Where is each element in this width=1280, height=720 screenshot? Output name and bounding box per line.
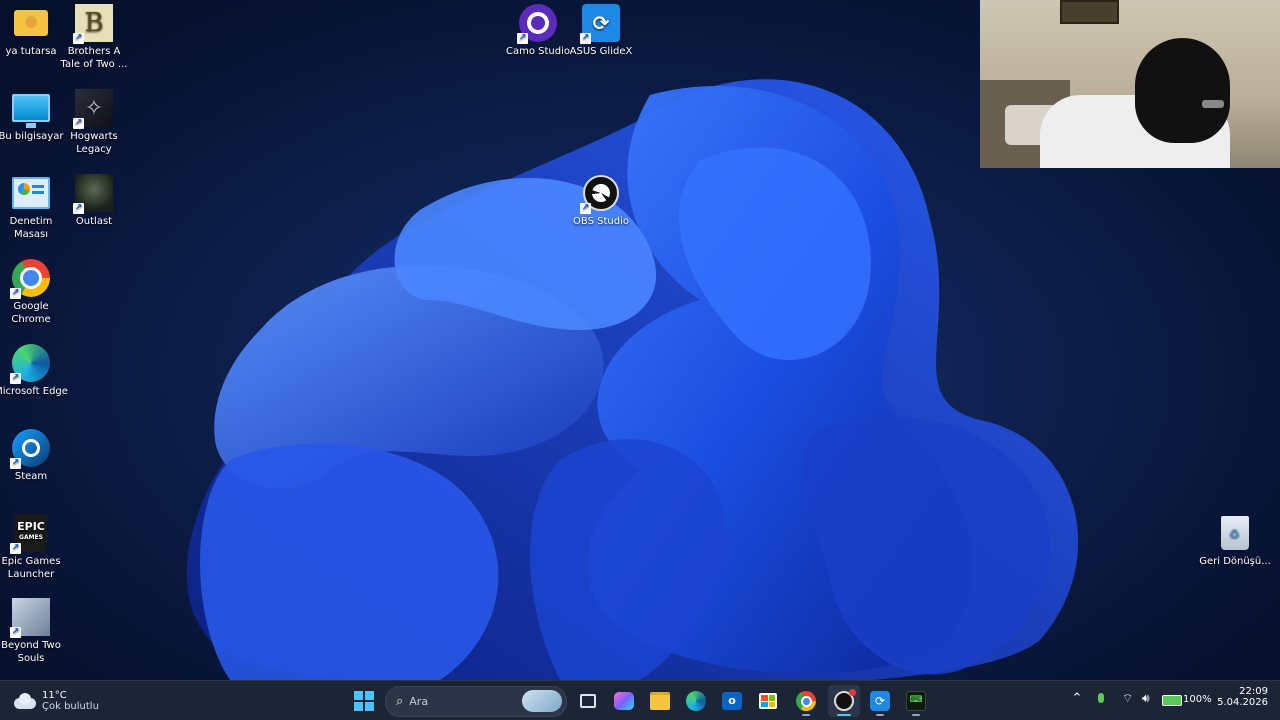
shortcut-arrow-icon: ↗ (10, 543, 21, 554)
chrome-taskbar-button[interactable] (790, 685, 822, 717)
task-view-icon (580, 694, 596, 708)
epic-logo-subtext: GAMES (19, 534, 43, 541)
shortcut-arrow-icon: ↗ (10, 288, 21, 299)
edge-icon: ↗ (10, 344, 50, 384)
desktop-icon-outlast[interactable]: ↗ Outlast (57, 170, 131, 228)
microphone-icon[interactable] (1096, 693, 1106, 707)
desktop-icon-asus-glidex[interactable]: ⟳ ↗ ASUS GlideX (564, 0, 638, 58)
running-indicator (837, 714, 851, 716)
shortcut-arrow-icon: ↗ (73, 33, 84, 44)
weather-widget[interactable]: 11°C Çok bulutlu (12, 686, 99, 716)
terminal-icon: ⌨ (906, 691, 926, 711)
desktop-icon-brothers[interactable]: B ↗ Brothers A Tale of Two ... (57, 0, 131, 71)
recycle-bin-icon: ♻ (1216, 514, 1254, 552)
store-icon (759, 693, 777, 709)
wifi-icon[interactable]: ⌔ (1122, 691, 1138, 709)
icon-label: Brothers A Tale of Two ... (60, 46, 128, 70)
running-indicator (912, 714, 920, 716)
desktop-icon-epic-games[interactable]: EPIC GAMES ↗ Epic Games Launcher (0, 510, 68, 581)
icon-label: Google Chrome (11, 301, 51, 325)
search-box[interactable]: ⌕ Ara (385, 686, 567, 717)
shortcut-arrow-icon: ↗ (10, 458, 21, 469)
task-view-button[interactable] (572, 685, 604, 717)
shortcut-arrow-icon: ↗ (580, 203, 591, 214)
folder-icon (650, 692, 670, 710)
file-explorer-button[interactable] (644, 685, 676, 717)
icon-label: Beyond Two Souls (1, 640, 61, 664)
webcam-overlay (980, 0, 1280, 168)
icon-label: Steam (14, 471, 48, 482)
chrome-icon (796, 691, 816, 711)
shortcut-arrow-icon: ↗ (517, 33, 528, 44)
icon-label: OBS Studio (573, 216, 629, 227)
obs-taskbar-button[interactable] (828, 685, 860, 717)
icon-label: Microsoft Edge (0, 386, 68, 397)
outlook-icon: o (722, 692, 742, 710)
glasses-object (1202, 100, 1224, 108)
store-button[interactable] (752, 685, 784, 717)
icon-label: Epic Games Launcher (1, 556, 61, 580)
chevron-up-icon: ⌃ (1071, 691, 1083, 706)
start-button[interactable] (348, 685, 380, 717)
desktop-icon-google-chrome[interactable]: ↗ Google Chrome (0, 255, 68, 326)
search-placeholder: Ara (409, 695, 429, 708)
shortcut-arrow-icon: ↗ (73, 203, 84, 214)
battery-icon[interactable] (1162, 695, 1182, 706)
running-indicator (876, 714, 884, 716)
epic-logo-text: EPIC (17, 520, 45, 533)
wall-frame-picture (1060, 0, 1119, 24)
desktop-icon-beyond-two-souls[interactable]: ↗ Beyond Two Souls (0, 594, 68, 665)
shortcut-arrow-icon: ↗ (10, 627, 21, 638)
windows-logo-icon (354, 691, 374, 711)
desktop-icon-steam[interactable]: ↗ Steam (0, 425, 68, 483)
icon-label: ASUS GlideX (569, 46, 633, 57)
monitor-icon (12, 89, 50, 128)
search-icon: ⌕ (396, 694, 404, 709)
icon-label: Geri Dönüşü... (1199, 556, 1271, 567)
volume-icon[interactable]: 🔊︎ (1142, 691, 1158, 709)
hogwarts-game-icon: ✧ ↗ (73, 89, 113, 129)
outlast-game-icon: ↗ (73, 174, 113, 214)
clock[interactable]: 22:09 5.04.2026 (1212, 686, 1268, 708)
clock-date: 5.04.2026 (1217, 697, 1268, 708)
control-panel-icon (12, 174, 50, 212)
brothers-game-icon: B ↗ (73, 4, 113, 44)
show-hidden-icons-button[interactable]: ⌃ (1068, 691, 1086, 711)
desktop-icon-hogwarts[interactable]: ✧ ↗ Hogwarts Legacy (57, 85, 131, 156)
battery-percent: 100% (1183, 694, 1212, 705)
shortcut-arrow-icon: ↗ (73, 118, 84, 129)
recording-dot-icon (849, 689, 856, 696)
obs-studio-icon: ↗ (580, 174, 620, 214)
weather-desc: Çok bulutlu (42, 701, 99, 712)
edge-taskbar-button[interactable] (680, 685, 712, 717)
outlook-button[interactable]: o (716, 685, 748, 717)
taskbar: 11°C Çok bulutlu ⌕ Ara o ⟳ ⌨ ⌃ ⌔ 🔊︎ 100%… (0, 680, 1280, 720)
icon-label: Outlast (75, 216, 113, 227)
glidex-icon: ⟳ (870, 691, 890, 711)
epic-games-icon: EPIC GAMES ↗ (10, 514, 50, 554)
beyond-two-souls-icon: ↗ (10, 598, 50, 638)
chrome-icon: ↗ (10, 259, 50, 299)
clock-time: 22:09 (1239, 686, 1268, 697)
edge-icon (686, 691, 706, 711)
person-head (1135, 38, 1230, 143)
copilot-button[interactable] (608, 685, 640, 717)
desktop-icon-microsoft-edge[interactable]: ↗ Microsoft Edge (0, 340, 68, 398)
copilot-icon (614, 692, 634, 710)
desktop-icon-obs-studio[interactable]: ↗ OBS Studio (564, 170, 638, 228)
weather-temp: 11°C (42, 690, 67, 701)
shortcut-arrow-icon: ↗ (580, 33, 591, 44)
steam-icon: ↗ (10, 429, 50, 469)
shortcut-arrow-icon: ↗ (10, 373, 21, 384)
search-highlight-image (522, 690, 562, 712)
cloud-icon (12, 692, 38, 710)
icon-label: Hogwarts Legacy (70, 131, 118, 155)
folder-icon (12, 4, 50, 42)
desktop-icon-recycle-bin[interactable]: ♻ Geri Dönüşü... (1198, 510, 1272, 568)
camo-studio-icon: ↗ (517, 4, 557, 44)
asus-glidex-icon: ⟳ ↗ (580, 4, 620, 44)
terminal-taskbar-button[interactable]: ⌨ (900, 685, 932, 717)
glidex-taskbar-button[interactable]: ⟳ (864, 685, 896, 717)
running-indicator (802, 714, 810, 716)
